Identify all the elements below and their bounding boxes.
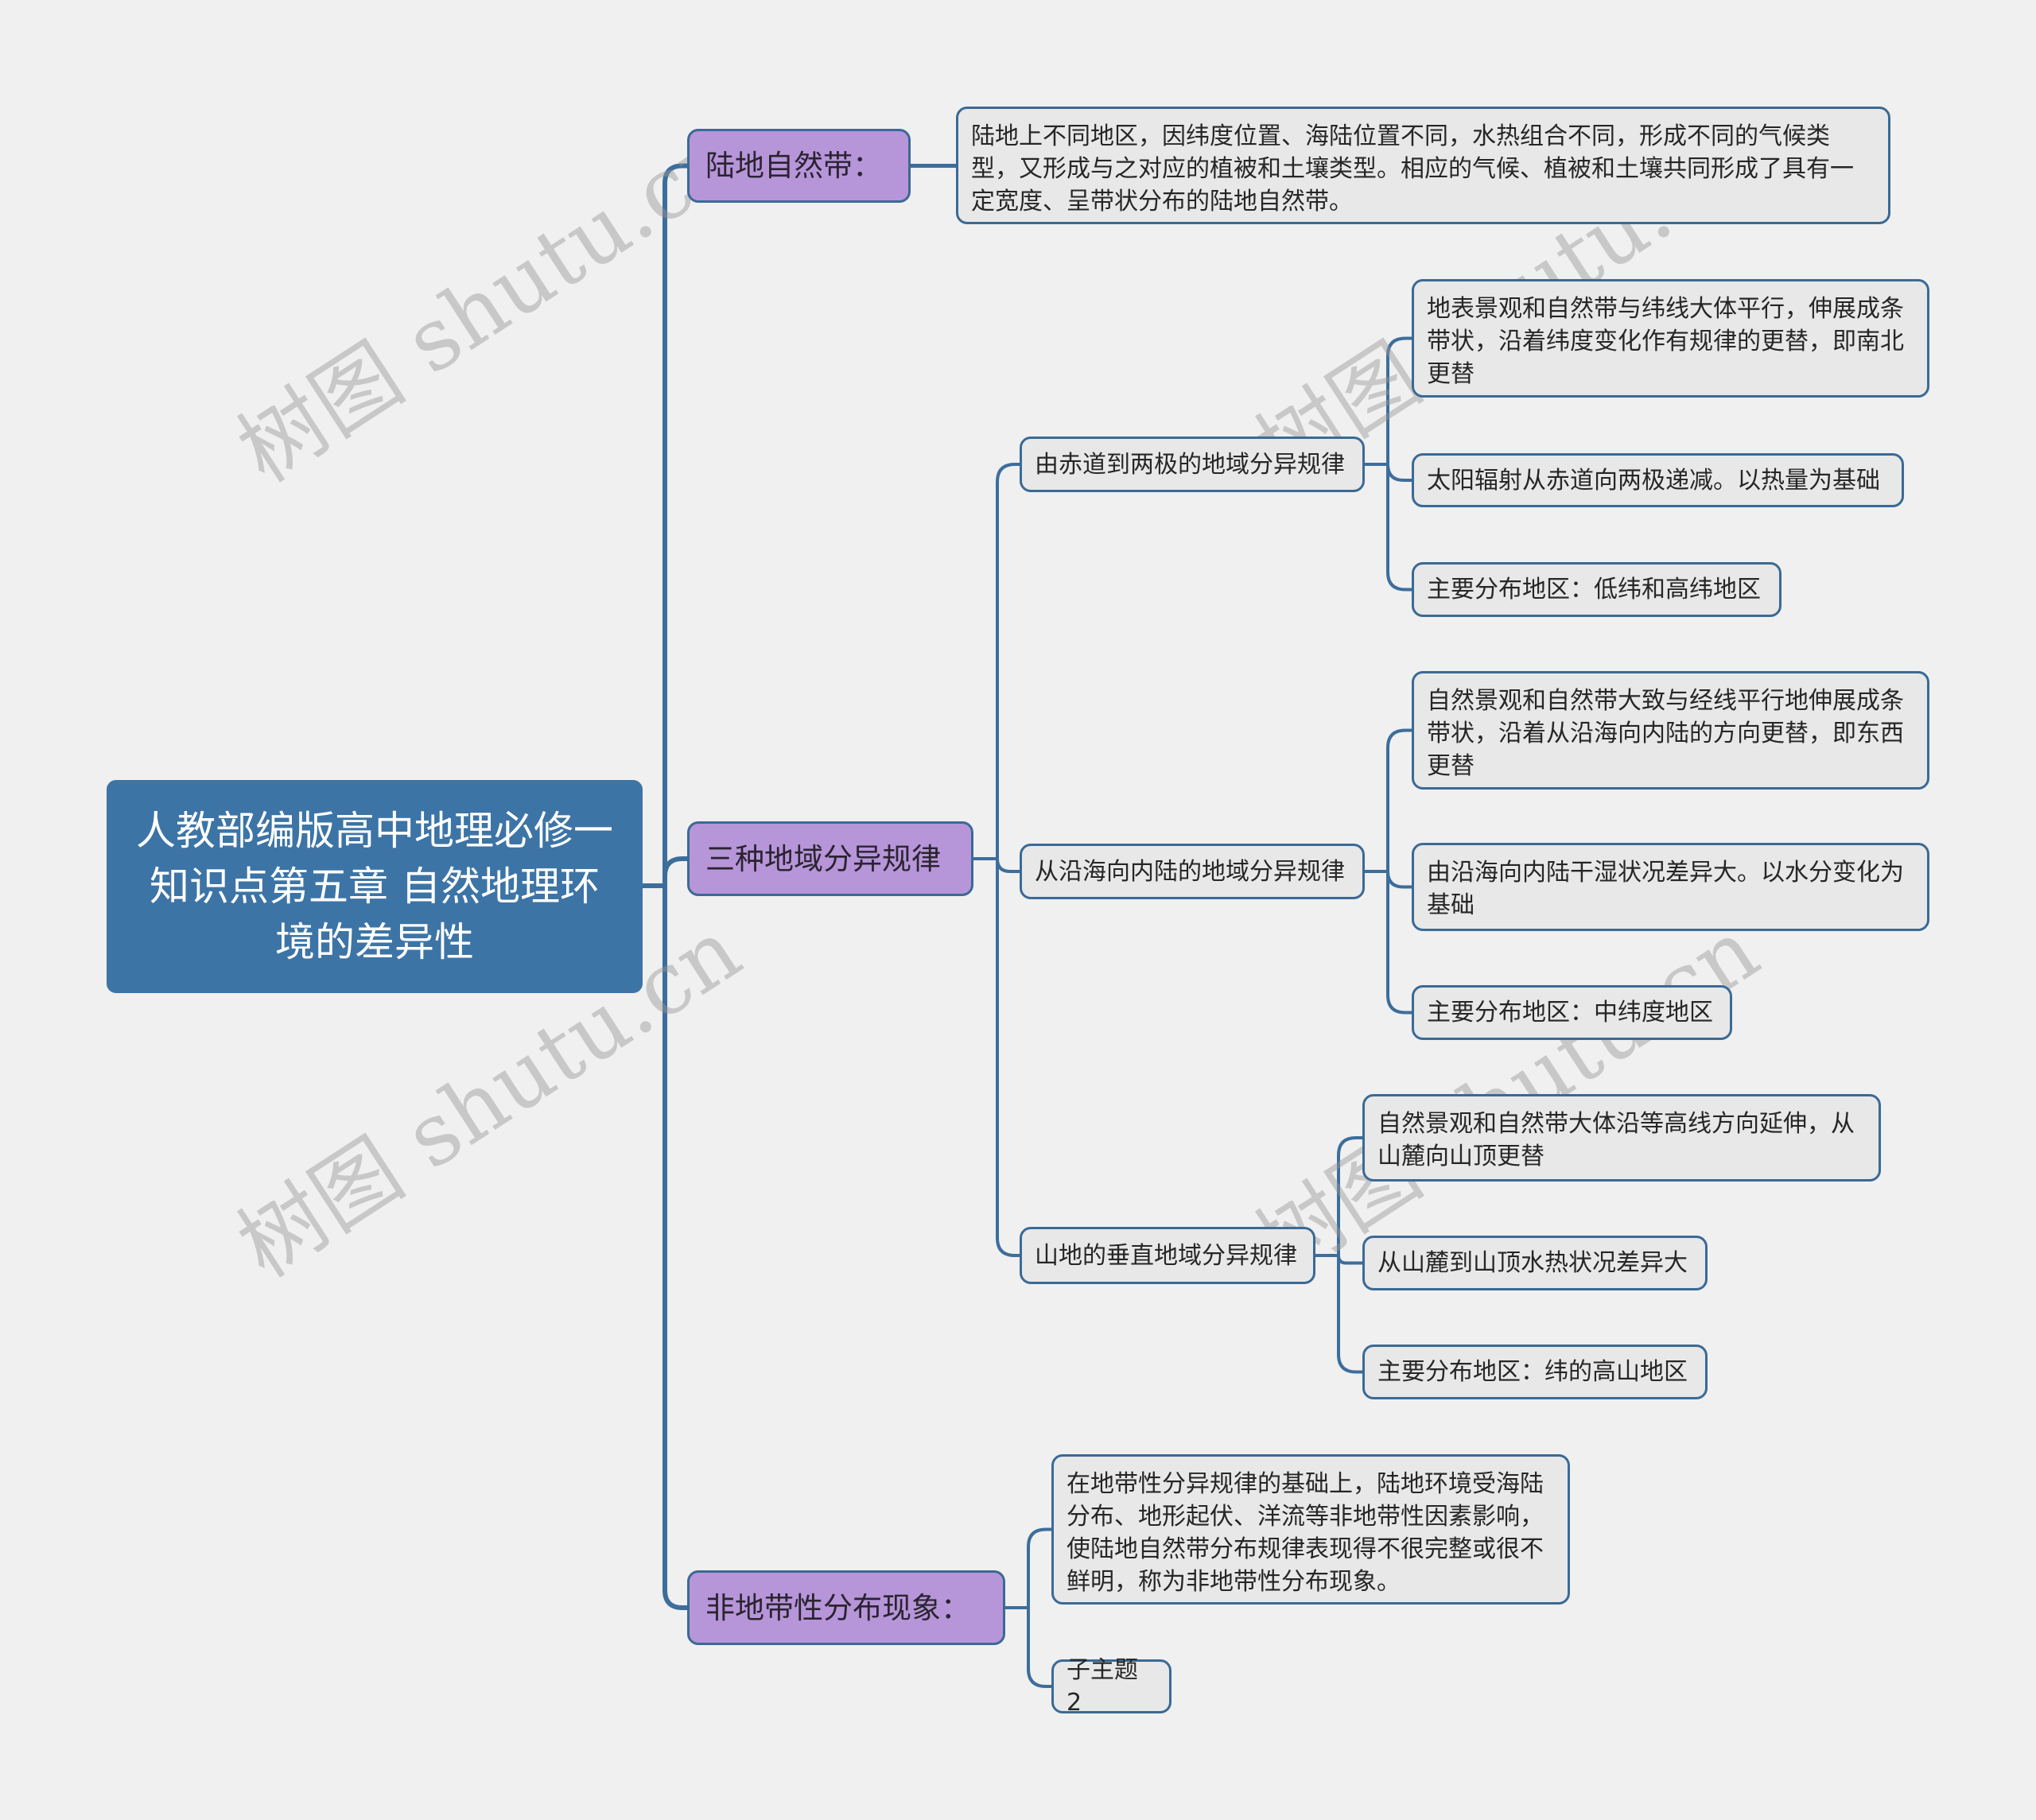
subtopic-text: 主要分布地区：纬的高山地区 (1377, 1358, 1688, 1386)
root-topic[interactable]: 人教部编版高中地理必修一知识点第五章 自然地理环境的差异性 (107, 780, 643, 993)
connector-branch (1337, 1136, 1364, 1257)
subtopic-solar-radiation[interactable]: 太阳辐射从赤道向两极递减。以热量为基础 (1412, 453, 1904, 507)
subtopic-text: 主要分布地区：中纬度地区 (1427, 999, 1713, 1026)
connector-branch (662, 856, 690, 888)
connector-branch (996, 857, 1021, 873)
branch-label: 非地带性分布现象： (705, 1590, 970, 1625)
topic-text: 陆地上不同地区，因纬度位置、海陆位置不同，水热组合不同，形成不同的气候类型，又形… (971, 122, 1854, 215)
subtopic-distribution-area[interactable]: 主要分布地区：低纬和高纬地区 (1412, 562, 1782, 617)
topic-coast-to-inland-law[interactable]: 从沿海向内陆的地域分异规律 (1020, 844, 1365, 899)
connector-branch (1337, 1254, 1364, 1265)
topic-azonal-definition[interactable]: 在地带性分异规律的基础上，陆地环境受海陆分布、地形起伏、洋流等非地带性因素影响，… (1051, 1454, 1570, 1605)
branch-label: 陆地自然带： (705, 149, 882, 183)
subtopic-text: 主要分布地区：低纬和高纬地区 (1427, 576, 1761, 603)
subtopic-text: 自然景观和自然带大致与经线平行地伸展成条带状，沿着从沿海向内陆的方向更替，即东西… (1427, 687, 1904, 780)
connector-branch (1027, 1527, 1053, 1609)
branch-three-differentiation-laws[interactable]: 三种地域分异规律 (687, 821, 973, 896)
topic-subtopic-2[interactable]: 子主题 2 (1051, 1656, 1171, 1717)
topic-vertical-mountain-law[interactable]: 山地的垂直地域分异规律 (1020, 1227, 1315, 1284)
branch-label: 三种地域分异规律 (705, 841, 941, 876)
connector-branch (996, 463, 1021, 860)
connector-branch (1337, 1254, 1364, 1374)
branch-azonal-distribution[interactable]: 非地带性分布现象： (687, 1570, 1005, 1645)
topic-text: 由赤道到两极的地域分异规律 (1035, 450, 1345, 479)
subtopic-text: 由沿海向内陆干湿状况差异大。以水分变化为基础 (1427, 859, 1904, 919)
connector-branch (1386, 728, 1413, 873)
topic-text: 山地的垂直地域分异规律 (1035, 1241, 1297, 1270)
subtopic-text: 地表景观和自然带与纬线大体平行，伸展成条带状，沿着纬度变化作有规律的更替，即南北… (1427, 295, 1904, 388)
topic-text: 从沿海向内陆的地域分异规律 (1035, 857, 1345, 886)
subtopic-text: 从山麓到山顶水热状况差异大 (1377, 1249, 1688, 1277)
topic-text: 在地带性分异规律的基础上，陆地环境受海陆分布、地形起伏、洋流等非地带性因素影响，… (1067, 1470, 1544, 1596)
connector-branch (1386, 870, 1413, 889)
topic-text: 子主题 2 (1067, 1656, 1138, 1717)
connector-branch (1027, 1606, 1053, 1688)
subtopic-longitudinal-bands[interactable]: 自然景观和自然带大致与经线平行地伸展成条带状，沿着从沿海向内陆的方向更替，即东西… (1412, 671, 1929, 790)
subtopic-latitudinal-bands[interactable]: 地表景观和自然带与纬线大体平行，伸展成条带状，沿着纬度变化作有规律的更替，即南北… (1412, 279, 1929, 398)
subtopic-text: 太阳辐射从赤道向两极递减。以热量为基础 (1427, 466, 1880, 495)
connector-branch (1386, 336, 1413, 466)
topic-equator-to-poles-law[interactable]: 由赤道到两极的地域分异规律 (1020, 437, 1365, 492)
subtopic-moisture-difference[interactable]: 由沿海向内陆干湿状况差异大。以水分变化为基础 (1412, 843, 1929, 931)
subtopic-contour-bands[interactable]: 自然景观和自然带大体沿等高线方向延伸，从山麓向山顶更替 (1362, 1094, 1881, 1182)
topic-land-natural-zone-definition[interactable]: 陆地上不同地区，因纬度位置、海陆位置不同，水热组合不同，形成不同的气候类型，又形… (956, 107, 1890, 224)
connector-branch (1386, 463, 1413, 482)
connector-branch (662, 883, 690, 1610)
connector-branch (996, 857, 1021, 1257)
subtopic-distribution-area[interactable]: 主要分布地区：中纬度地区 (1412, 985, 1732, 1040)
subtopic-hydrothermal-difference[interactable]: 从山麓到山顶水热状况差异大 (1362, 1236, 1708, 1290)
branch-land-natural-zone[interactable]: 陆地自然带： (687, 129, 911, 203)
subtopic-text: 自然景观和自然带大体沿等高线方向延伸，从山麓向山顶更替 (1377, 1110, 1855, 1170)
root-topic-text: 人教部编版高中地理必修一知识点第五章 自然地理环境的差异性 (136, 808, 613, 965)
connector-branch (662, 163, 690, 888)
connector-branch (1386, 870, 1413, 1015)
subtopic-distribution-area[interactable]: 主要分布地区：纬的高山地区 (1362, 1345, 1708, 1399)
connector-branch (1386, 463, 1413, 592)
